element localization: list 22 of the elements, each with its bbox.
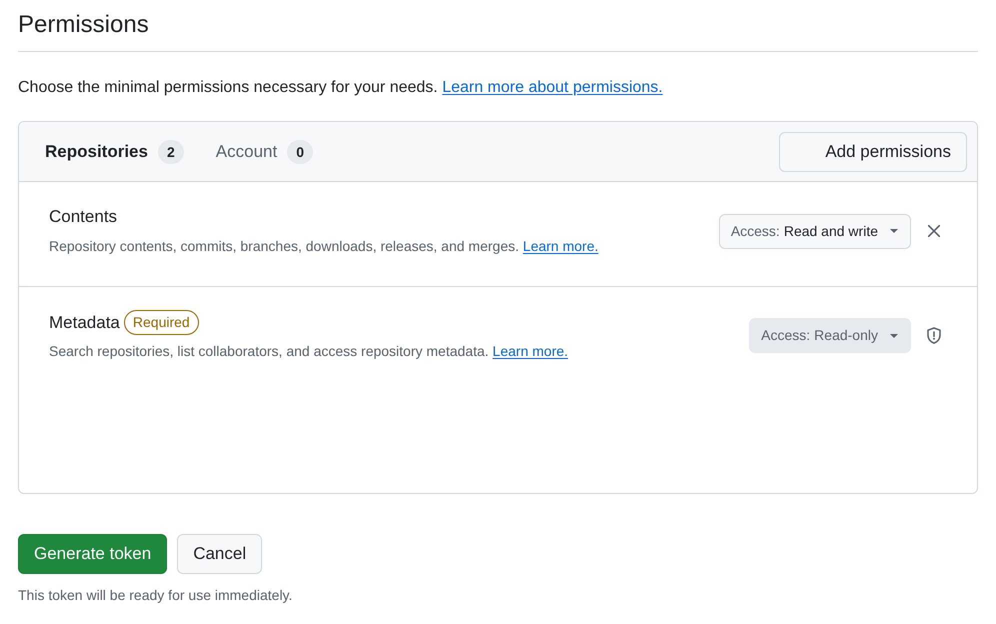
- count-badge: 0: [287, 140, 314, 164]
- access-dropdown[interactable]: Access: Read and write: [718, 214, 911, 248]
- permission-name: Contents: [49, 206, 118, 228]
- learn-more-link[interactable]: Learn more.: [522, 238, 598, 254]
- generate-token-button[interactable]: Generate token: [18, 534, 168, 574]
- permission-description: Search repositories, list collaborators, and access repository metadata. Learn more.: [49, 342, 570, 361]
- add-permissions-button[interactable]: Add permissions: [779, 132, 967, 172]
- page-heading: Permissions: [18, 10, 149, 40]
- permission-description: Repository contents, commits, branches, downloads, releases, and merges. Learn more.: [49, 237, 600, 256]
- close-icon[interactable]: [928, 225, 940, 237]
- cancel-button[interactable]: Cancel: [177, 534, 262, 574]
- tab[interactable]: Repositories: [45, 138, 148, 164]
- shield-alert-icon: [926, 326, 942, 344]
- learn-more-link[interactable]: Learn more about permissions.: [442, 79, 663, 96]
- permission-name: Metadata: [49, 312, 120, 334]
- tab[interactable]: Account: [216, 138, 278, 164]
- caret-icon: [890, 229, 898, 233]
- count-badge: 2: [158, 140, 184, 164]
- required-label: Required: [124, 310, 199, 335]
- token-note: This token will be ready for use immediately.: [18, 586, 292, 605]
- intro-text: Choose the minimal permissions necessary for your needs. Learn more about permissions.: [18, 78, 663, 98]
- caret-icon: [890, 334, 898, 338]
